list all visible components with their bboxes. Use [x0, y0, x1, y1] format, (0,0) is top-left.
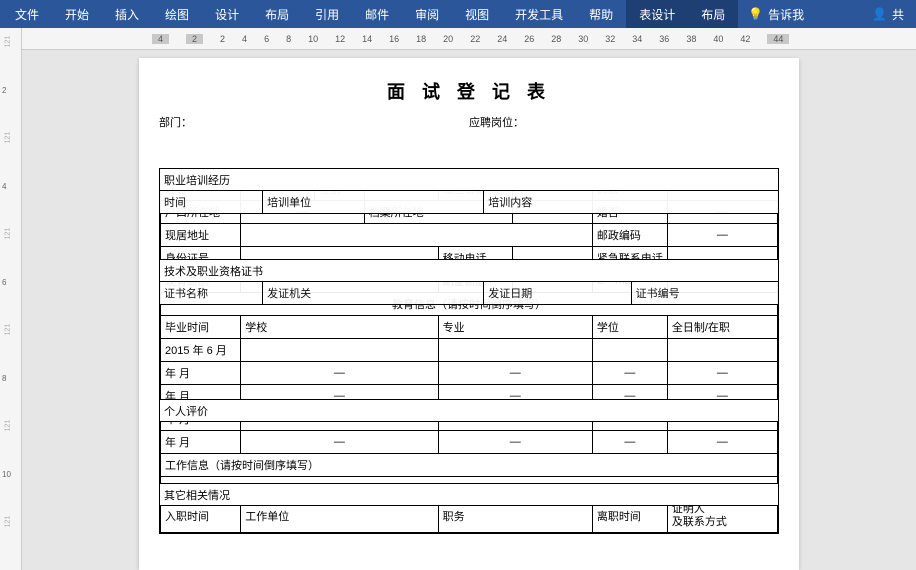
hruler-tick: 18 [416, 34, 426, 44]
vruler-tick: 8 [2, 374, 6, 383]
overlay-table: 职业培训经历 时间 培训单位 培训内容 技术及职业资格证书 证书名称 发证机关 … [159, 168, 779, 506]
hruler-tick: 2 [186, 34, 203, 44]
tell-me-label: 告诉我 [768, 6, 804, 23]
bulb-icon: 💡 [748, 7, 763, 21]
vruler-tick: 121 [4, 324, 11, 336]
hruler-tick: 34 [632, 34, 642, 44]
hruler-tick: 10 [308, 34, 318, 44]
horizontal-ruler: 4224681012141618202224262830323436384042… [22, 28, 916, 50]
hruler-tick: 32 [605, 34, 615, 44]
workspace: 121212141216121812110121 422468101214161… [0, 28, 916, 570]
sec1-hdr: 职业培训经历 [160, 169, 779, 191]
tab-help[interactable]: 帮助 [576, 0, 626, 28]
hruler-tick: 20 [443, 34, 453, 44]
meta-row: 部门： 应聘岗位： [159, 114, 779, 130]
doc-title: 面 试 登 记 表 [159, 78, 779, 104]
hruler-tick: 22 [470, 34, 480, 44]
hruler-tick: 42 [740, 34, 750, 44]
vruler-tick: 121 [4, 420, 11, 432]
hruler-tick: 12 [335, 34, 345, 44]
hruler-tick: 28 [551, 34, 561, 44]
hruler-tick: 6 [264, 34, 269, 44]
tab-review[interactable]: 审阅 [402, 0, 452, 28]
page[interactable]: 面 试 登 记 表 部门： 应聘岗位： 姓名 性别 出生日期 [139, 58, 799, 570]
tab-view[interactable]: 视图 [452, 0, 502, 28]
tab-file[interactable]: 文件 [2, 0, 52, 28]
tell-me[interactable]: 💡 告诉我 [738, 6, 814, 23]
hruler-tick: 14 [362, 34, 372, 44]
hruler-tick: 40 [713, 34, 723, 44]
hruler-tick: 24 [497, 34, 507, 44]
vruler-tick: 6 [2, 278, 6, 287]
person-icon: 👤 [872, 7, 887, 21]
post-label: 应聘岗位： [469, 114, 779, 130]
tab-references[interactable]: 引用 [302, 0, 352, 28]
sec4-hdr: 其它相关情况 [160, 484, 779, 506]
dept-label: 部门： [159, 114, 469, 130]
canvas[interactable]: 面 试 登 记 表 部门： 应聘岗位： 姓名 性别 出生日期 [22, 50, 916, 570]
hruler-tick: 4 [152, 34, 169, 44]
vruler-tick: 121 [4, 132, 11, 144]
vruler-tick: 2 [2, 86, 6, 95]
hruler-tick: 44 [767, 34, 789, 44]
vertical-ruler: 121 2 121 4 121 6 121 8 121 10 121 [0, 28, 22, 570]
tab-draw[interactable]: 绘图 [152, 0, 202, 28]
tab-devtools[interactable]: 开发工具 [502, 0, 576, 28]
sec1-cols: 时间 培训单位 培训内容 [160, 191, 779, 214]
tab-design[interactable]: 设计 [202, 0, 252, 28]
hruler-tick: 8 [286, 34, 291, 44]
hruler-tick: 26 [524, 34, 534, 44]
tab-insert[interactable]: 插入 [102, 0, 152, 28]
sec2-hdr: 技术及职业资格证书 [160, 260, 779, 282]
tab-mail[interactable]: 邮件 [352, 0, 402, 28]
document-area: 4224681012141618202224262830323436384042… [22, 28, 916, 570]
form-front-layer: 职业培训经历 时间 培训单位 培训内容 技术及职业资格证书 证书名称 发证机关 … [159, 168, 779, 506]
tab-table-design[interactable]: 表设计 [626, 0, 688, 28]
vruler-tick: 10 [2, 470, 11, 479]
ribbon: 文件 开始 插入 绘图 设计 布局 引用 邮件 审阅 视图 开发工具 帮助 表设… [0, 0, 916, 28]
hruler-tick: 16 [389, 34, 399, 44]
tab-layout[interactable]: 布局 [252, 0, 302, 28]
tab-table-layout[interactable]: 布局 [688, 0, 738, 28]
share-label: 共 [892, 6, 904, 23]
sec2-cols: 证书名称 发证机关 发证日期 证书编号 [160, 282, 779, 305]
hruler-tick: 4 [242, 34, 247, 44]
tab-home[interactable]: 开始 [52, 0, 102, 28]
hruler-tick: 38 [686, 34, 696, 44]
share[interactable]: 👤共 [862, 6, 914, 23]
vruler-tick: 4 [2, 182, 6, 191]
vruler-tick: 121 [4, 36, 11, 48]
vruler-tick: 121 [4, 228, 11, 240]
hruler-tick: 2 [220, 34, 225, 44]
sec3-hdr: 个人评价 [160, 400, 779, 422]
hruler-tick: 36 [659, 34, 669, 44]
hruler-tick: 30 [578, 34, 588, 44]
vruler-tick: 121 [4, 516, 11, 528]
